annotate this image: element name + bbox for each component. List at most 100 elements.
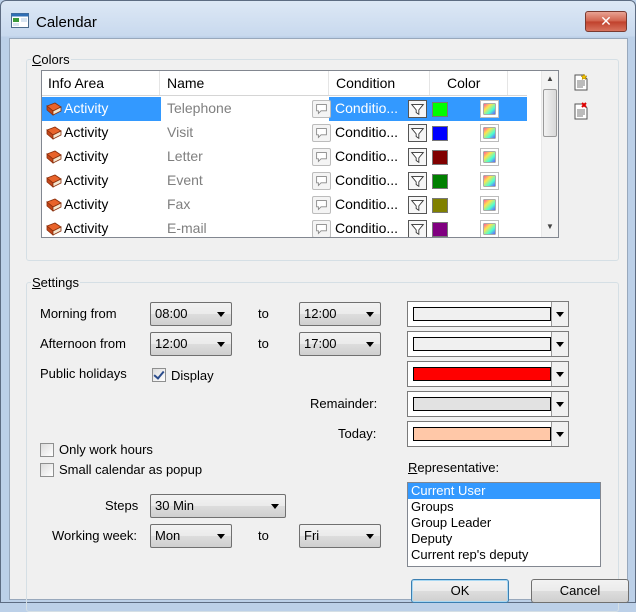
working-week-label: Working week: bbox=[52, 528, 138, 543]
table-row[interactable]: Activity E-mail Conditio... bbox=[42, 217, 527, 238]
title-bar: Calendar ✕ bbox=[1, 1, 635, 33]
morning-to-value: 12:00 bbox=[304, 306, 337, 321]
color-picker-icon[interactable] bbox=[480, 124, 499, 142]
row-name-cell[interactable]: Event bbox=[161, 169, 331, 193]
row-name-cell[interactable]: Visit bbox=[161, 121, 331, 145]
row-condition: Conditio... bbox=[335, 196, 399, 212]
speech-bubble-icon[interactable] bbox=[312, 124, 331, 142]
row-info-area: Activity bbox=[64, 148, 109, 164]
row-condition: Conditio... bbox=[335, 124, 399, 140]
speech-bubble-icon[interactable] bbox=[312, 172, 331, 190]
morning-from-value: 08:00 bbox=[155, 306, 188, 321]
table-row[interactable]: Activity Letter Conditio... bbox=[42, 145, 527, 169]
delete-document-icon[interactable] bbox=[572, 102, 590, 120]
filter-icon[interactable] bbox=[408, 124, 427, 142]
new-document-icon[interactable] bbox=[572, 73, 590, 91]
speech-bubble-icon[interactable] bbox=[312, 100, 331, 118]
row-info-area: Activity bbox=[64, 220, 109, 236]
remainder-color-swatch bbox=[413, 397, 551, 411]
steps-select[interactable]: 30 Min bbox=[150, 494, 286, 518]
color-picker-icon[interactable] bbox=[480, 100, 499, 118]
representative-item[interactable]: Group Leader bbox=[408, 515, 600, 531]
speech-bubble-icon[interactable] bbox=[312, 196, 331, 214]
row-name: Event bbox=[167, 172, 203, 188]
representative-item[interactable]: Deputy bbox=[408, 531, 600, 547]
window-title: Calendar bbox=[36, 14, 97, 31]
chevron-down-icon bbox=[366, 534, 374, 539]
afternoon-color-select[interactable] bbox=[407, 331, 569, 357]
remainder-color-dropdown[interactable] bbox=[551, 392, 568, 416]
color-picker-icon[interactable] bbox=[480, 196, 499, 214]
table-row[interactable]: Activity Fax Conditio... bbox=[42, 193, 527, 217]
filter-icon[interactable] bbox=[408, 172, 427, 190]
week-to-value: Fri bbox=[304, 528, 320, 543]
scroll-thumb[interactable] bbox=[543, 89, 557, 137]
filter-icon[interactable] bbox=[408, 220, 427, 238]
morning-color-select[interactable] bbox=[407, 301, 569, 327]
colors-table-scrollbar[interactable]: ▲ ▼ bbox=[541, 71, 558, 237]
color-picker-icon[interactable] bbox=[480, 148, 499, 166]
table-row[interactable]: Activity Telephone Conditio... bbox=[42, 97, 527, 121]
morning-to-select[interactable]: 12:00 bbox=[299, 302, 381, 326]
colors-table[interactable]: Info Area Name Condition Color Activity T… bbox=[41, 70, 559, 238]
table-row[interactable]: Activity Visit Conditio... bbox=[42, 121, 527, 145]
book-icon bbox=[46, 222, 62, 236]
week-to-label: to bbox=[258, 528, 269, 543]
chevron-down-icon bbox=[556, 342, 564, 347]
representative-list[interactable]: Current User Groups Group Leader Deputy … bbox=[407, 482, 601, 567]
public-holidays-color-swatch bbox=[413, 367, 551, 381]
display-checkbox[interactable] bbox=[152, 368, 166, 382]
ok-button[interactable]: OK bbox=[411, 579, 509, 603]
representative-item[interactable]: Current User bbox=[408, 483, 600, 499]
close-button[interactable]: ✕ bbox=[585, 11, 627, 32]
afternoon-from-select[interactable]: 12:00 bbox=[150, 332, 232, 356]
today-color-dropdown[interactable] bbox=[551, 422, 568, 446]
representative-item[interactable]: Current rep's deputy bbox=[408, 547, 600, 563]
row-name-cell[interactable]: Telephone bbox=[161, 97, 331, 121]
today-color-select[interactable] bbox=[407, 421, 569, 447]
only-work-hours-label[interactable]: Only work hours bbox=[59, 442, 153, 458]
afternoon-to-select[interactable]: 17:00 bbox=[299, 332, 381, 356]
color-picker-icon[interactable] bbox=[480, 220, 499, 238]
today-label: Today: bbox=[338, 426, 377, 441]
book-icon bbox=[46, 198, 62, 212]
scroll-up-icon[interactable]: ▲ bbox=[542, 71, 558, 87]
morning-color-swatch bbox=[413, 307, 551, 321]
public-holidays-label: Public holidays bbox=[40, 366, 127, 381]
filter-icon[interactable] bbox=[408, 148, 427, 166]
remainder-color-select[interactable] bbox=[407, 391, 569, 417]
scroll-down-icon[interactable]: ▼ bbox=[542, 219, 558, 235]
week-to-select[interactable]: Fri bbox=[299, 524, 381, 548]
row-name-cell[interactable]: E-mail bbox=[161, 217, 331, 238]
display-label[interactable]: Display bbox=[171, 368, 214, 384]
row-name: Letter bbox=[167, 148, 203, 164]
cancel-button[interactable]: Cancel bbox=[531, 579, 629, 603]
table-row[interactable]: Activity Event Conditio... bbox=[42, 169, 527, 193]
column-header-color[interactable]: Color bbox=[431, 71, 508, 95]
representative-item[interactable]: Groups bbox=[408, 499, 600, 515]
public-holidays-color-select[interactable] bbox=[407, 361, 569, 387]
afternoon-color-dropdown[interactable] bbox=[551, 332, 568, 356]
filter-icon[interactable] bbox=[408, 100, 427, 118]
morning-from-select[interactable]: 08:00 bbox=[150, 302, 232, 326]
row-name-cell[interactable]: Fax bbox=[161, 193, 331, 217]
morning-color-dropdown[interactable] bbox=[551, 302, 568, 326]
steps-label: Steps bbox=[105, 498, 139, 513]
filter-icon[interactable] bbox=[408, 196, 427, 214]
only-work-hours-checkbox[interactable] bbox=[40, 443, 54, 457]
afternoon-color-swatch bbox=[413, 337, 551, 351]
public-holidays-color-dropdown[interactable] bbox=[551, 362, 568, 386]
chevron-down-icon bbox=[556, 312, 564, 317]
week-from-select[interactable]: Mon bbox=[150, 524, 232, 548]
column-header-name[interactable]: Name bbox=[161, 71, 329, 95]
color-picker-icon[interactable] bbox=[480, 172, 499, 190]
chevron-down-icon bbox=[217, 342, 225, 347]
row-name-cell[interactable]: Letter bbox=[161, 145, 331, 169]
small-calendar-label[interactable]: Small calendar as popup bbox=[59, 462, 202, 478]
column-header-info-area[interactable]: Info Area bbox=[42, 71, 160, 95]
speech-bubble-icon[interactable] bbox=[312, 148, 331, 166]
speech-bubble-icon[interactable] bbox=[312, 220, 331, 238]
small-calendar-checkbox[interactable] bbox=[40, 463, 54, 477]
column-header-condition[interactable]: Condition bbox=[330, 71, 430, 95]
row-color-swatch bbox=[432, 222, 448, 237]
